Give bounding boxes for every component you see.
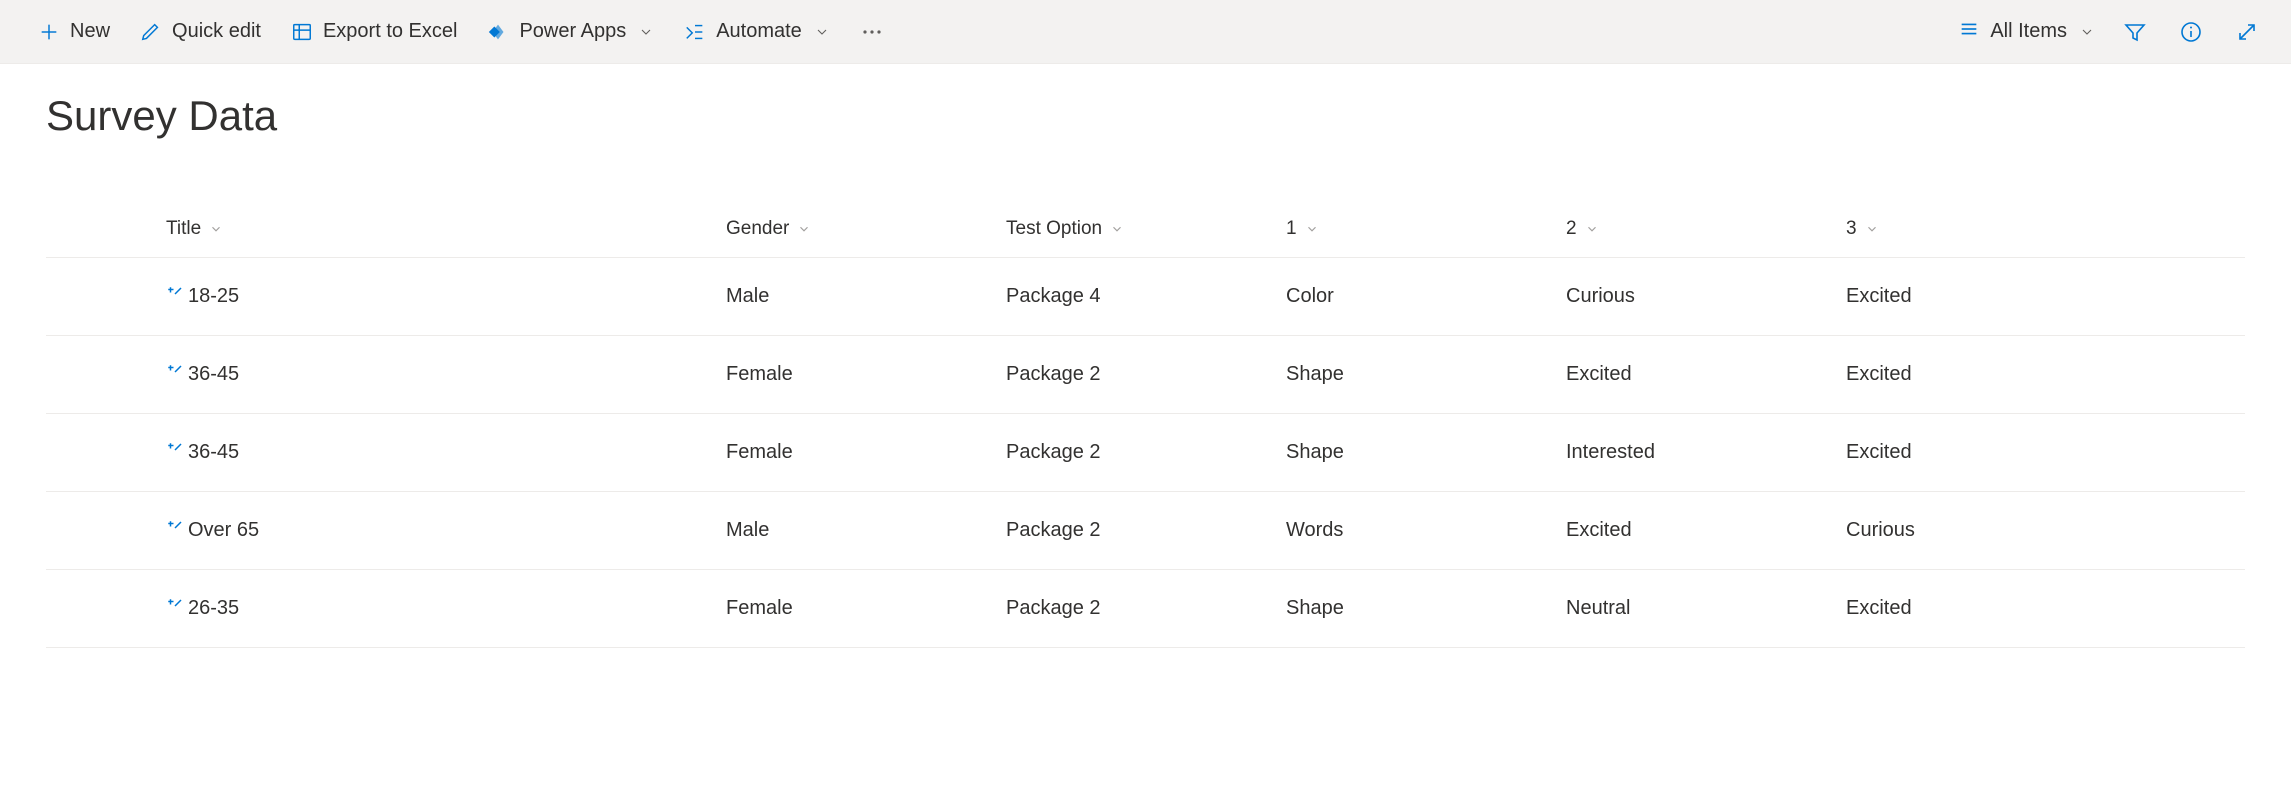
chevron-down-icon bbox=[1585, 222, 1599, 236]
column-header-label: Title bbox=[166, 218, 201, 240]
cell-title[interactable]: 18-25 bbox=[166, 285, 726, 308]
chevron-down-icon bbox=[1110, 222, 1124, 236]
new-item-icon bbox=[166, 519, 184, 537]
list-view-icon bbox=[1958, 18, 1980, 46]
list-header: Title Gender Test Option 1 bbox=[46, 200, 2245, 258]
cell-gender: Female bbox=[726, 597, 1006, 620]
cell-test-option: Package 2 bbox=[1006, 519, 1286, 542]
cell-2: Excited bbox=[1566, 363, 1846, 386]
cell-title-text: 26-35 bbox=[188, 597, 239, 620]
chevron-down-icon bbox=[1865, 222, 1879, 236]
chevron-down-icon bbox=[814, 24, 830, 40]
power-apps-label: Power Apps bbox=[519, 20, 626, 43]
cell-test-option: Package 4 bbox=[1006, 285, 1286, 308]
chevron-down-icon bbox=[1305, 222, 1319, 236]
cell-3: Excited bbox=[1846, 441, 2126, 464]
cell-2: Curious bbox=[1566, 285, 1846, 308]
cell-title[interactable]: 26-35 bbox=[166, 597, 726, 620]
cell-1: Shape bbox=[1286, 597, 1566, 620]
excel-icon bbox=[291, 21, 313, 43]
quick-edit-label: Quick edit bbox=[172, 20, 261, 43]
chevron-down-icon bbox=[2079, 24, 2095, 40]
pencil-icon bbox=[140, 21, 162, 43]
power-apps-icon bbox=[487, 21, 509, 43]
cell-1: Color bbox=[1286, 285, 1566, 308]
column-header-label: Gender bbox=[726, 218, 789, 240]
automate-icon bbox=[684, 21, 706, 43]
cell-title-text: Over 65 bbox=[188, 519, 259, 542]
cell-title-text: 36-45 bbox=[188, 363, 239, 386]
new-button-label: New bbox=[70, 20, 110, 43]
plus-icon bbox=[38, 21, 60, 43]
chevron-down-icon bbox=[797, 222, 811, 236]
export-excel-button[interactable]: Export to Excel bbox=[281, 14, 468, 49]
column-header-title[interactable]: Title bbox=[166, 218, 726, 240]
cell-3: Curious bbox=[1846, 519, 2126, 542]
expand-button[interactable] bbox=[2231, 16, 2263, 48]
cell-test-option: Package 2 bbox=[1006, 441, 1286, 464]
cell-3: Excited bbox=[1846, 285, 2126, 308]
page-title: Survey Data bbox=[46, 92, 2245, 140]
column-header-label: 1 bbox=[1286, 218, 1297, 240]
export-excel-label: Export to Excel bbox=[323, 20, 458, 43]
cell-3: Excited bbox=[1846, 363, 2126, 386]
automate-button[interactable]: Automate bbox=[674, 14, 840, 49]
table-row[interactable]: 36-45 FemalePackage 2ShapeInterestedExcit… bbox=[46, 414, 2245, 492]
automate-label: Automate bbox=[716, 20, 802, 43]
new-item-icon bbox=[166, 597, 184, 615]
cell-title[interactable]: 36-45 bbox=[166, 441, 726, 464]
table-row[interactable]: Over 65 MalePackage 2WordsExcitedCurious bbox=[46, 492, 2245, 570]
table-row[interactable]: 18-25 MalePackage 4ColorCuriousExcited bbox=[46, 258, 2245, 336]
new-button[interactable]: New bbox=[28, 14, 120, 49]
cell-2: Interested bbox=[1566, 441, 1846, 464]
cell-title[interactable]: 36-45 bbox=[166, 363, 726, 386]
filter-button[interactable] bbox=[2119, 16, 2151, 48]
view-selector-label: All Items bbox=[1990, 20, 2067, 43]
column-header-label: 3 bbox=[1846, 218, 1857, 240]
list-view: Title Gender Test Option 1 bbox=[46, 200, 2245, 648]
new-item-icon bbox=[166, 441, 184, 459]
cell-test-option: Package 2 bbox=[1006, 597, 1286, 620]
cell-test-option: Package 2 bbox=[1006, 363, 1286, 386]
cell-1: Shape bbox=[1286, 363, 1566, 386]
cell-1: Shape bbox=[1286, 441, 1566, 464]
column-header-label: Test Option bbox=[1006, 218, 1102, 240]
info-button[interactable] bbox=[2175, 16, 2207, 48]
view-selector[interactable]: All Items bbox=[1958, 18, 2095, 46]
column-header-label: 2 bbox=[1566, 218, 1577, 240]
cell-title[interactable]: Over 65 bbox=[166, 519, 726, 542]
column-header-gender[interactable]: Gender bbox=[726, 218, 1006, 240]
column-header-2[interactable]: 2 bbox=[1566, 218, 1846, 240]
more-actions-button[interactable] bbox=[850, 14, 894, 50]
cell-gender: Female bbox=[726, 441, 1006, 464]
cell-gender: Male bbox=[726, 519, 1006, 542]
column-header-1[interactable]: 1 bbox=[1286, 218, 1566, 240]
column-header-test-option[interactable]: Test Option bbox=[1006, 218, 1286, 240]
cell-title-text: 36-45 bbox=[188, 441, 239, 464]
cell-gender: Male bbox=[726, 285, 1006, 308]
column-header-3[interactable]: 3 bbox=[1846, 218, 2126, 240]
chevron-down-icon bbox=[638, 24, 654, 40]
cell-gender: Female bbox=[726, 363, 1006, 386]
new-item-icon bbox=[166, 363, 184, 381]
quick-edit-button[interactable]: Quick edit bbox=[130, 14, 271, 49]
command-bar: New Quick edit Export to Excel Power App… bbox=[0, 0, 2291, 64]
cell-title-text: 18-25 bbox=[188, 285, 239, 308]
cell-3: Excited bbox=[1846, 597, 2126, 620]
power-apps-button[interactable]: Power Apps bbox=[477, 14, 664, 49]
cell-2: Neutral bbox=[1566, 597, 1846, 620]
table-row[interactable]: 36-45FemalePackage 2ShapeExcitedExcited bbox=[46, 336, 2245, 414]
table-row[interactable]: 26-35 FemalePackage 2ShapeNeutralExcited bbox=[46, 570, 2245, 648]
cell-1: Words bbox=[1286, 519, 1566, 542]
new-item-icon bbox=[166, 285, 184, 303]
chevron-down-icon bbox=[209, 222, 223, 236]
cell-2: Excited bbox=[1566, 519, 1846, 542]
